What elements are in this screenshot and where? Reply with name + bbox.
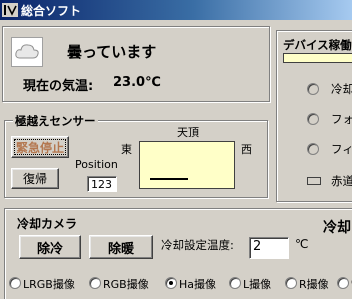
east-label: 東 — [121, 143, 132, 156]
cooling-camera-panel: 冷却カメラ 冷却 除冷 除暖 冷却設定温度: 2 ℃ LRGB撮像 RGB撮像 … — [4, 208, 352, 299]
mode-ha-radio[interactable] — [165, 277, 177, 289]
warm-up-button[interactable]: 除暖 — [89, 235, 153, 259]
temperature-label: 現在の気温: — [23, 79, 94, 94]
mode-g-radio[interactable] — [337, 277, 349, 289]
device-cooling-indicator — [307, 83, 319, 95]
set-temp-value: 2 — [253, 239, 262, 254]
mode-r-radio[interactable] — [285, 277, 297, 289]
reset-label: 復帰 — [22, 172, 47, 186]
west-label: 西 — [241, 143, 252, 156]
position-label: Position — [75, 158, 118, 171]
equatorial-indicator — [307, 177, 321, 185]
roof-position-indicator — [139, 141, 235, 189]
device-cooling-label: 冷却 — [331, 82, 352, 96]
mode-lrgb-radio[interactable] — [9, 277, 21, 289]
position-field[interactable]: 123 — [87, 176, 117, 192]
set-temp-label: 冷却設定温度: — [161, 238, 234, 252]
mode-r-label[interactable]: R撮像 — [299, 276, 329, 292]
device-status-bar — [283, 53, 352, 63]
roof-sensor-title: 極越えセンサー — [13, 113, 98, 129]
position-value: 123 — [91, 178, 112, 191]
reset-button[interactable]: 復帰 — [11, 168, 59, 189]
equatorial-label: 赤道 — [331, 174, 352, 188]
roof-position-marker — [150, 178, 188, 180]
cool-down-button[interactable]: 除冷 — [19, 235, 81, 259]
weather-panel: 曇っています 現在の気温: 23.0℃ — [2, 26, 270, 102]
device-filter-indicator — [307, 143, 319, 155]
device-status-panel: デバイス稼働 冷却 フォ フィル 赤道 — [276, 30, 352, 202]
mode-lrgb-label[interactable]: LRGB撮像 — [23, 276, 75, 292]
window-title: 総合ソフト — [21, 3, 82, 18]
mode-rgb-radio[interactable] — [89, 277, 101, 289]
device-filter-label: フィル — [331, 142, 352, 156]
cloud-icon — [11, 37, 43, 67]
roof-sensor-group: 極越えセンサー 緊急停止 復帰 Position 123 天頂 東 西 — [4, 113, 268, 198]
title-bar: 総合ソフト — [0, 0, 352, 20]
mode-ha-label[interactable]: Ha撮像 — [179, 276, 216, 292]
device-focuser-label: フォ — [331, 112, 352, 126]
cooling-right-header: 冷却 — [323, 220, 351, 236]
device-focuser-indicator — [307, 113, 319, 125]
mode-l-radio[interactable] — [229, 277, 241, 289]
weather-condition: 曇っています — [67, 43, 157, 61]
cool-down-label: 除冷 — [36, 241, 63, 257]
set-temp-unit: ℃ — [295, 237, 309, 251]
set-temp-field[interactable]: 2 — [249, 237, 289, 259]
mode-rgb-label[interactable]: RGB撮像 — [103, 276, 149, 292]
mode-l-label[interactable]: L撮像 — [243, 276, 271, 292]
temperature-value: 23.0℃ — [113, 75, 161, 90]
app-icon — [2, 3, 18, 17]
zenith-label: 天頂 — [177, 126, 199, 139]
device-status-title: デバイス稼働 — [281, 37, 352, 53]
emergency-stop-label: 緊急停止 — [15, 140, 64, 155]
emergency-stop-button[interactable]: 緊急停止 — [11, 136, 69, 158]
cooling-camera-title: 冷却カメラ — [17, 217, 78, 231]
warm-up-label: 除暖 — [107, 241, 134, 257]
